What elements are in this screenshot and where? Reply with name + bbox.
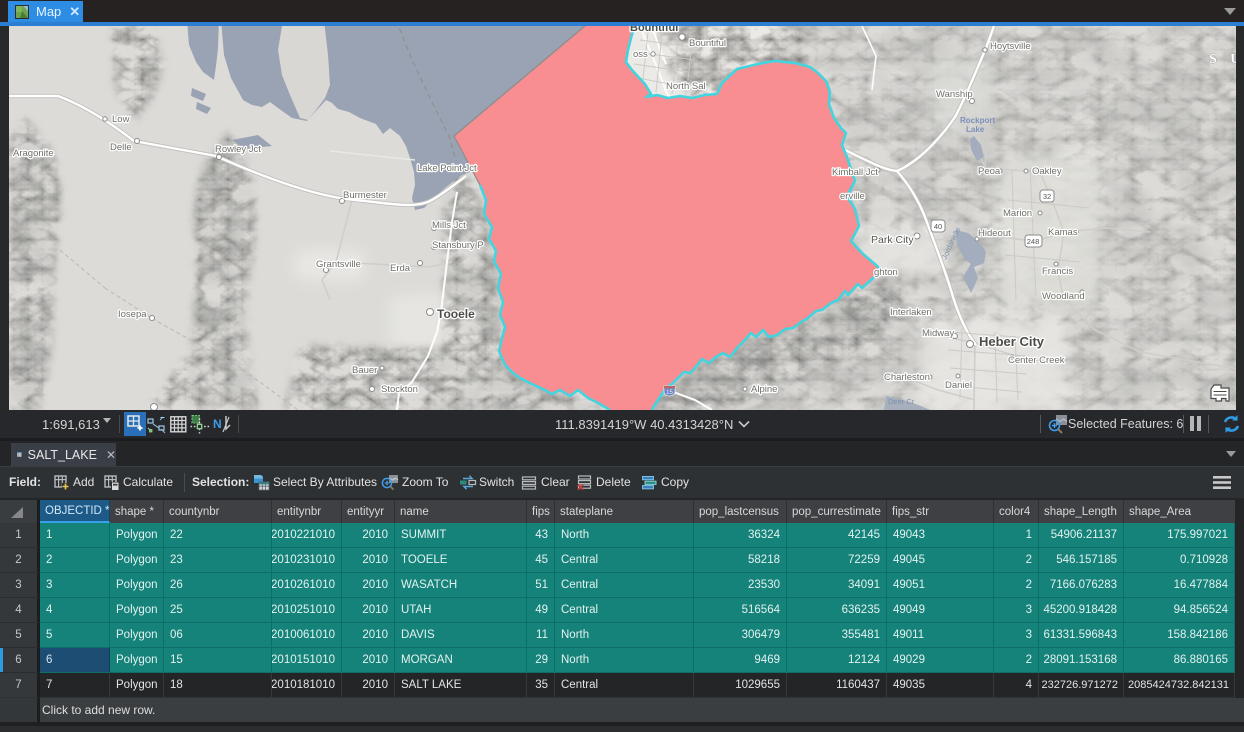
svg-text:Rockport: Rockport — [960, 116, 995, 125]
svg-text:Low: Low — [112, 114, 130, 125]
svg-text:Kimball Jct: Kimball Jct — [832, 167, 878, 178]
svg-text:Hideout: Hideout — [978, 228, 1011, 239]
svg-text:Kamas: Kamas — [1048, 227, 1078, 238]
svg-text:32: 32 — [1043, 192, 1051, 201]
svg-text:Deer Cr: Deer Cr — [888, 397, 915, 406]
svg-text:Charleston: Charleston — [884, 372, 930, 383]
svg-text:Lake: Lake — [966, 125, 985, 134]
svg-text:ghton: ghton — [874, 267, 898, 278]
svg-text:Francis: Francis — [1042, 266, 1073, 277]
svg-text:Tooele: Tooele — [437, 307, 475, 321]
svg-text:Midway: Midway — [922, 328, 954, 339]
svg-text:Mills Jct: Mills Jct — [432, 220, 466, 231]
svg-text:Burmester: Burmester — [343, 190, 387, 201]
svg-text:Grantsville: Grantsville — [316, 259, 361, 270]
svg-text:Center Creek: Center Creek — [1008, 355, 1065, 366]
svg-text:40: 40 — [934, 222, 942, 231]
svg-text:Delle: Delle — [110, 142, 132, 153]
svg-text:Aragonite: Aragonite — [13, 148, 54, 159]
svg-text:Daniel: Daniel — [945, 380, 972, 391]
svg-text:Alpine: Alpine — [751, 384, 777, 395]
svg-text:15: 15 — [666, 390, 673, 396]
svg-text:Hoytsville: Hoytsville — [990, 41, 1031, 52]
svg-text:Woodland: Woodland — [1042, 291, 1085, 302]
svg-text:Oakley: Oakley — [1032, 166, 1062, 177]
svg-text:Stockton: Stockton — [381, 384, 418, 395]
svg-text:Interlaken: Interlaken — [890, 307, 932, 318]
svg-text:Bountiful: Bountiful — [689, 38, 726, 49]
svg-text:Lake Point Jct: Lake Point Jct — [417, 163, 477, 174]
svg-text:Iosepa: Iosepa — [118, 309, 147, 320]
svg-text:Bauer: Bauer — [352, 365, 377, 376]
svg-text:erville: erville — [840, 191, 865, 202]
svg-text:North Sal: North Sal — [666, 81, 706, 92]
svg-text:248: 248 — [1027, 237, 1040, 246]
svg-text:Rowley Jct: Rowley Jct — [215, 144, 261, 155]
svg-text:Heber City: Heber City — [979, 334, 1045, 349]
svg-text:oss: oss — [633, 49, 648, 60]
svg-text:Peoa: Peoa — [978, 166, 1001, 177]
svg-text:Wanship: Wanship — [936, 89, 973, 100]
svg-text:Stansbury P: Stansbury P — [432, 240, 484, 251]
svg-text:Marion: Marion — [1003, 208, 1032, 219]
svg-text:Park City: Park City — [871, 234, 914, 246]
svg-text:Erda: Erda — [390, 263, 411, 274]
svg-text:N: N — [213, 417, 222, 431]
